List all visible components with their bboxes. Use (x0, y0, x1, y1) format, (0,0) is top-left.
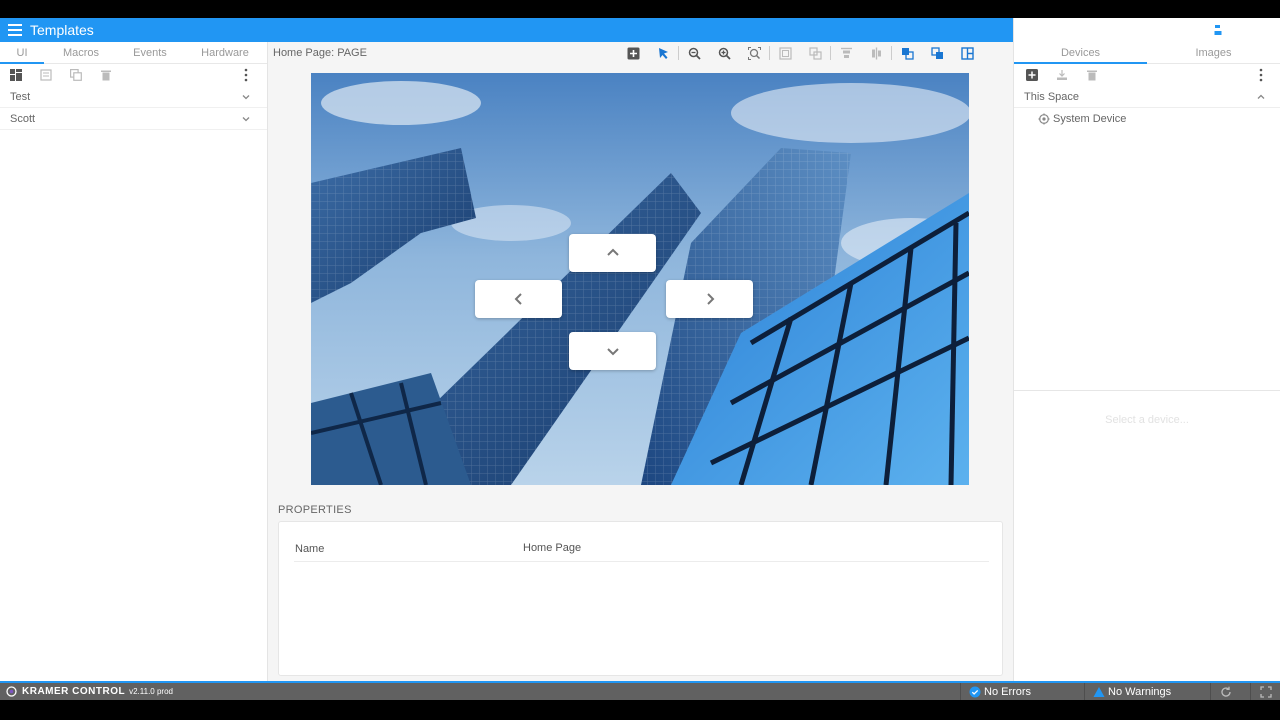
app-title: Templates (30, 22, 94, 38)
pointer-icon[interactable] (648, 42, 678, 64)
nav-left-button[interactable] (475, 280, 562, 318)
properties-title: PROPERTIES (278, 504, 352, 516)
trash-icon[interactable] (100, 64, 130, 86)
zoom-out-icon[interactable] (679, 42, 709, 64)
trash-icon[interactable] (1086, 64, 1116, 86)
bring-front-icon[interactable] (892, 42, 922, 64)
chevron-down-icon[interactable] (241, 92, 251, 102)
top-app-bar: Templates (0, 18, 1280, 42)
layout-icon[interactable] (952, 42, 982, 64)
errors-status[interactable]: No Errors (960, 683, 1084, 700)
chevron-up-icon[interactable] (1256, 92, 1266, 102)
zoom-in-icon[interactable] (709, 42, 739, 64)
tab-events[interactable]: Events (118, 42, 182, 63)
left-panel-icon[interactable] (1053, 18, 1083, 42)
list-item-label: Scott (10, 112, 36, 125)
right-panel-icon[interactable] (1113, 18, 1143, 42)
page-label: Home Page: PAGE (273, 47, 367, 59)
property-key: Name (295, 543, 325, 555)
left-tabs: UI Macros Events Hardware (0, 42, 267, 64)
download-icon[interactable] (1173, 18, 1203, 42)
space-label: This Space (1024, 90, 1080, 103)
device-label: System Device (1053, 113, 1127, 125)
tab-devices[interactable]: Devices (1014, 42, 1147, 64)
add-page-icon[interactable] (10, 64, 40, 86)
select-device-hint: Select a device... (1105, 414, 1189, 426)
check-circle-icon (969, 686, 981, 697)
tab-ui[interactable]: UI (0, 42, 44, 64)
kramer-logo-icon (6, 686, 17, 697)
left-toolbar (0, 64, 267, 86)
panel-divider (1014, 390, 1280, 391)
gear-icon (1038, 113, 1050, 125)
chevron-down-icon (606, 348, 619, 356)
workspace-toolbar: Home Page: PAGE (268, 42, 1013, 64)
list-item-label: Test (10, 90, 31, 103)
right-panel: Devices Images This Space System Device … (1013, 42, 1280, 681)
expand-icon[interactable] (1250, 683, 1280, 700)
save-icon[interactable] (1203, 18, 1233, 42)
align-top-icon[interactable] (831, 42, 861, 64)
send-back-icon[interactable] (922, 42, 952, 64)
document-icon[interactable] (40, 64, 70, 86)
background-skyscraper-image (311, 73, 969, 485)
warnings-label: No Warnings (1108, 685, 1172, 698)
app-window: Templates UI Macros Events Hardware Test… (0, 18, 1280, 700)
brand-name: KRAMER CONTROL (22, 686, 126, 697)
group-icon[interactable] (770, 42, 800, 64)
copy-icon[interactable] (70, 64, 100, 86)
tab-hardware[interactable]: Hardware (182, 42, 268, 63)
bottom-panel-icon[interactable] (1083, 18, 1113, 42)
hamburger-menu-icon[interactable] (0, 18, 30, 42)
properties-panel: Name Home Page (278, 521, 1003, 676)
tab-images[interactable]: Images (1147, 42, 1280, 63)
errors-label: No Errors (984, 685, 1032, 698)
right-tabs: Devices Images (1014, 42, 1280, 64)
nav-down-button[interactable] (569, 332, 656, 370)
more-vert-icon[interactable] (243, 68, 249, 82)
chevron-right-icon (706, 293, 714, 305)
status-bar: KRAMER CONTROL v2.11.0 prod No Errors No… (0, 681, 1280, 700)
property-value[interactable]: Home Page (523, 542, 581, 554)
right-toolbar (1014, 64, 1280, 86)
refresh-icon[interactable] (1210, 683, 1240, 700)
warnings-status[interactable]: No Warnings (1084, 683, 1210, 700)
device-item[interactable]: System Device (1014, 108, 1280, 130)
building-icon[interactable] (1014, 18, 1044, 42)
workspace: Home Page: PAGE PROPERTIES Name Home Pag… (268, 42, 1013, 681)
list-item[interactable]: Scott (0, 108, 267, 130)
chevron-down-icon[interactable] (241, 114, 251, 124)
version-label: v2.11.0 prod (129, 687, 173, 696)
left-panel: UI Macros Events Hardware Test Scott (0, 42, 268, 681)
chevron-left-icon (514, 293, 522, 305)
add-icon[interactable] (618, 42, 648, 64)
tab-macros[interactable]: Macros (44, 42, 118, 63)
toolbar-divider (1048, 23, 1049, 37)
align-middle-icon[interactable] (861, 42, 891, 64)
zoom-fit-icon[interactable] (739, 42, 769, 64)
list-item[interactable]: Test (0, 86, 267, 108)
more-vert-icon[interactable] (1258, 68, 1264, 82)
nav-right-button[interactable] (666, 280, 753, 318)
page-canvas[interactable] (311, 73, 969, 485)
space-group-header[interactable]: This Space (1014, 86, 1280, 108)
chevron-up-icon (606, 248, 619, 256)
ungroup-icon[interactable] (800, 42, 830, 64)
property-row: Name Home Page (294, 538, 989, 562)
nav-up-button[interactable] (569, 234, 656, 272)
export-icon[interactable] (1143, 18, 1173, 42)
add-device-icon[interactable] (1026, 64, 1056, 86)
brand: KRAMER CONTROL v2.11.0 prod (0, 686, 173, 697)
device-import-icon[interactable] (1056, 64, 1086, 86)
warning-icon (1093, 686, 1105, 697)
